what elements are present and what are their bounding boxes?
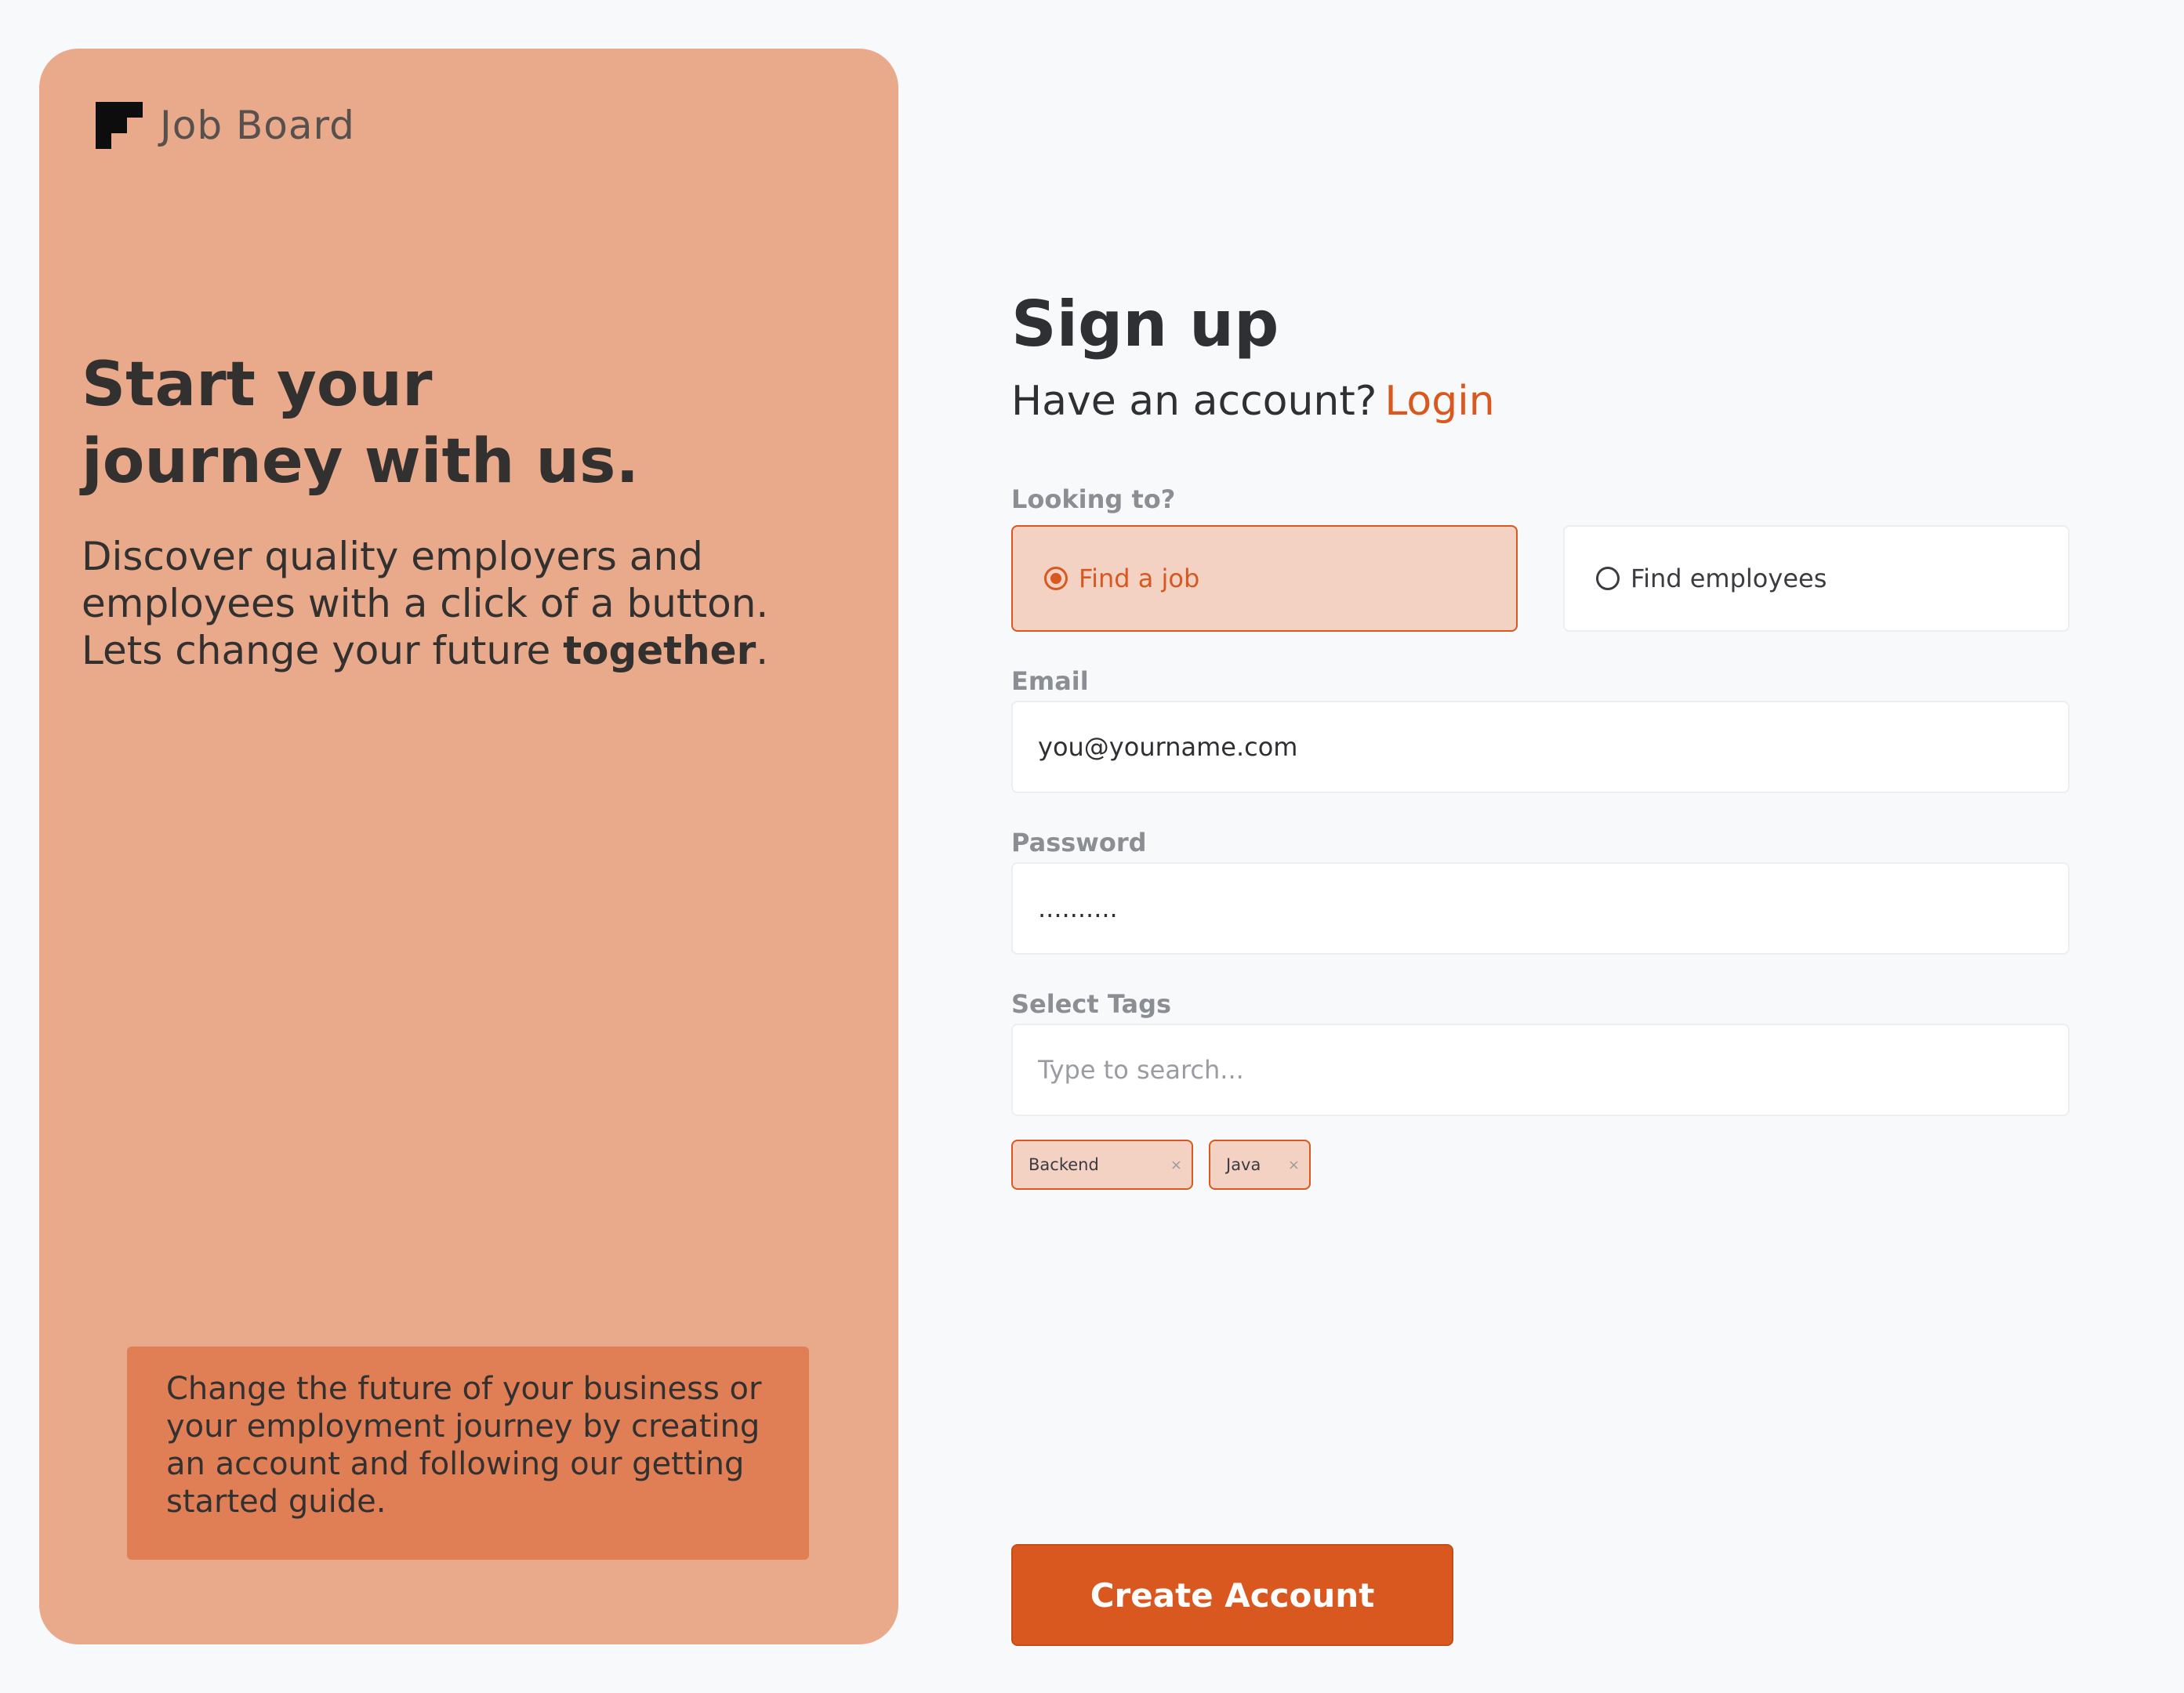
hero-description: Discover quality employers and employees… — [82, 533, 881, 674]
tag-chip-java[interactable]: Java × — [1209, 1140, 1311, 1190]
brand-name: Job Board — [160, 103, 355, 148]
find-job-label: Find a job — [1079, 564, 1200, 593]
getting-started-callout: Change the future of your business or yo… — [127, 1347, 809, 1560]
hero-title-line-2: journey with us. — [82, 426, 640, 497]
password-field[interactable] — [1011, 862, 2070, 955]
tags-search-input[interactable] — [1011, 1024, 2070, 1116]
tag-label: Java — [1226, 1155, 1261, 1174]
login-link[interactable]: Login — [1384, 378, 1494, 425]
find-employees-option[interactable]: Find employees — [1563, 525, 2070, 632]
create-account-button[interactable]: Create Account — [1011, 1544, 1453, 1646]
have-account-text: Have an account? — [1011, 378, 1377, 425]
have-account-row: Have an account? Login — [1011, 378, 1495, 425]
radio-unselected-icon — [1596, 567, 1620, 590]
hero-desc-line-2: employees with a click of a button. — [82, 581, 769, 626]
hero-desc-emphasis: together — [563, 628, 756, 673]
hero-title: Start your journey with us. — [82, 346, 865, 500]
password-label: Password — [1011, 828, 1147, 857]
hero-panel: Job Board Start your journey with us. Di… — [39, 49, 898, 1644]
email-field[interactable] — [1011, 701, 2070, 793]
tag-chip-backend[interactable]: Backend × — [1011, 1140, 1193, 1190]
email-label: Email — [1011, 666, 1089, 696]
stair-step-logo-icon — [96, 102, 143, 149]
close-icon[interactable]: × — [1288, 1157, 1300, 1173]
hero-desc-period: . — [756, 628, 769, 673]
hero-title-line-1: Start your — [82, 350, 433, 420]
close-icon[interactable]: × — [1170, 1157, 1182, 1173]
radio-selected-icon — [1044, 567, 1068, 590]
looking-to-label: Looking to? — [1011, 484, 1176, 514]
hero-desc-line-3: Lets change your future — [82, 628, 564, 673]
brand[interactable]: Job Board — [96, 102, 355, 149]
page-title: Sign up — [1011, 288, 1279, 361]
select-tags-label: Select Tags — [1011, 989, 1172, 1019]
tag-label: Backend — [1029, 1155, 1099, 1174]
hero-desc-line-1: Discover quality employers and — [82, 534, 703, 579]
find-employees-label: Find employees — [1631, 564, 1827, 593]
find-job-option[interactable]: Find a job — [1011, 525, 1518, 632]
